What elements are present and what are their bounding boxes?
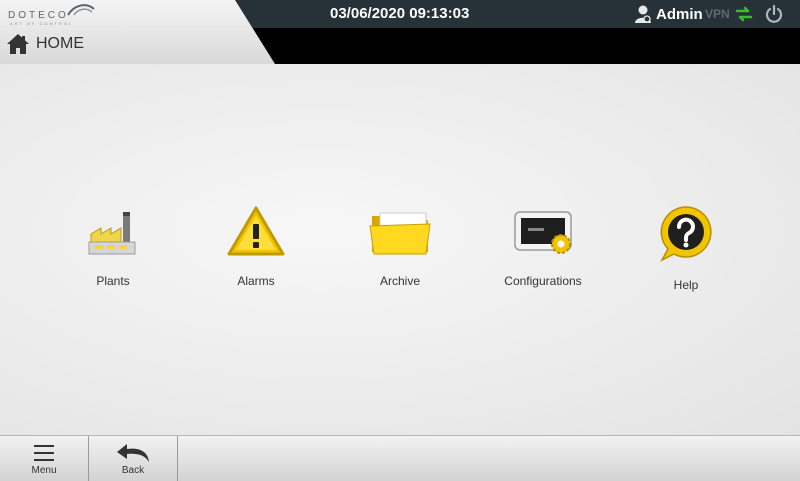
- tile-label: Configurations: [504, 274, 582, 288]
- tile-label: Archive: [379, 274, 420, 288]
- home-icon: [7, 34, 29, 54]
- factory-icon: [88, 212, 136, 255]
- help-icon: [660, 206, 712, 262]
- breadcrumb[interactable]: HOME: [6, 30, 84, 58]
- user-account[interactable]: Admin: [634, 3, 703, 25]
- power-icon[interactable]: [764, 4, 784, 24]
- folder-icon: [369, 212, 431, 255]
- vpn-status[interactable]: VPN: [705, 0, 730, 28]
- current-datetime: 03/06/2020 09:13:03: [330, 5, 470, 22]
- menu-button[interactable]: Menu: [0, 436, 89, 481]
- menu-label: Menu: [31, 465, 57, 476]
- tile-label: Plants: [96, 274, 130, 288]
- warning-icon: [227, 206, 285, 256]
- tile-plants[interactable]: Plants: [53, 204, 173, 304]
- brand-tagline: ART OF CONTROL: [10, 21, 74, 26]
- page-title: HOME: [36, 35, 84, 52]
- hamburger-icon: [34, 445, 54, 461]
- logo-swoosh-icon: [67, 4, 95, 16]
- config-device-icon: [514, 211, 572, 254]
- main-area: Plants Alarms Archive Configurations Hel…: [0, 64, 800, 435]
- tile-label: Alarms: [237, 274, 275, 288]
- data-transfer-icon[interactable]: [734, 4, 754, 24]
- brand-logo: DOTECO ART OF CONTROL: [8, 3, 96, 26]
- tile-archive[interactable]: Archive: [340, 204, 460, 304]
- tile-help[interactable]: Help: [626, 204, 746, 304]
- tile-configurations[interactable]: Configurations: [483, 204, 603, 304]
- back-label: Back: [121, 465, 145, 476]
- brand-name: DOTECO: [8, 10, 69, 21]
- back-button[interactable]: Back: [89, 436, 178, 481]
- user-icon: [635, 5, 651, 23]
- tile-label: Help: [673, 278, 699, 292]
- user-name: Admin: [656, 5, 703, 23]
- back-arrow-icon: [117, 444, 149, 462]
- tile-alarms[interactable]: Alarms: [196, 204, 316, 304]
- bottom-toolbar: Menu Back: [0, 435, 800, 481]
